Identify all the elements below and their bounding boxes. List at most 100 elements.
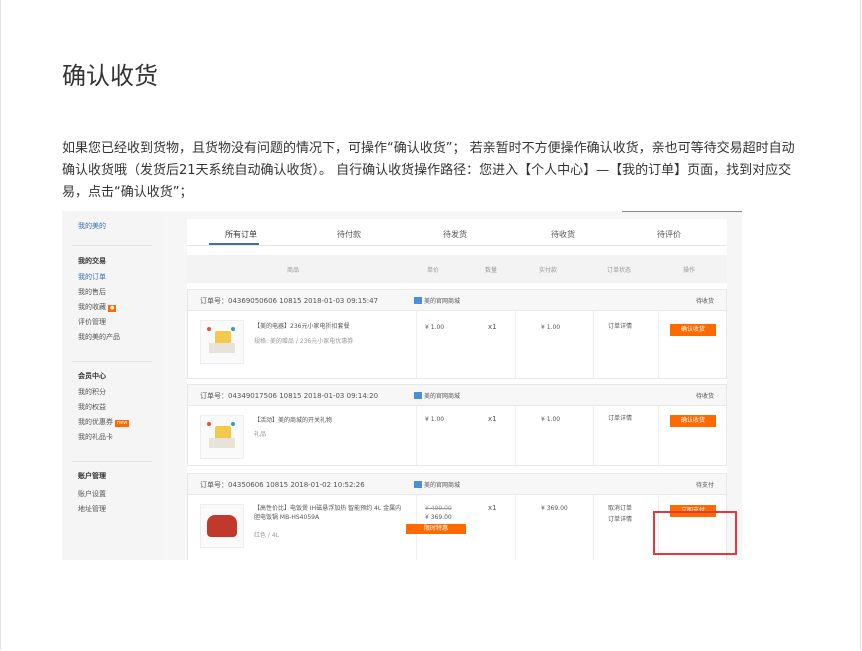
screenshot-edge	[622, 211, 742, 212]
thumb-shape	[209, 438, 235, 448]
confirm-receipt-button[interactable]: 确认收货	[670, 324, 716, 336]
store-label: 美的官网商城	[424, 298, 461, 305]
order-card: 订单号：04369050606 10815 2018-01-03 09:15:4…	[187, 289, 727, 379]
quantity: x1	[488, 504, 497, 512]
product-thumbnail[interactable]	[200, 504, 244, 548]
order-header: 订单号：04350606 10815 2018-01-02 10:52:26 美…	[188, 474, 726, 495]
product-spec: 规格: 美的赠品 / 236元小家电优惠券	[254, 338, 354, 345]
sidebar-item-after-sales[interactable]: 我的售后	[78, 287, 106, 297]
product-spec: 礼品	[254, 431, 267, 438]
highlight-box	[653, 511, 737, 555]
column-divider	[416, 405, 417, 465]
tab-all-orders[interactable]: 所有订单	[225, 229, 257, 240]
store-icon	[414, 481, 422, 488]
favorites-badge: ●	[108, 305, 117, 312]
paid-amount: ¥ 1.00	[541, 324, 561, 331]
sidebar-item-account-settings[interactable]: 账户设置	[78, 489, 106, 499]
store-name[interactable]: 美的官网商城	[414, 480, 460, 489]
store-label: 美的官网商城	[424, 482, 461, 489]
sidebar-divider	[72, 245, 152, 246]
order-card: 订单号：04349017506 10815 2018-01-03 09:14:2…	[187, 384, 727, 466]
column-divider	[416, 310, 417, 378]
order-card: 订单号：04350606 10815 2018-01-02 10:52:26 美…	[187, 473, 727, 560]
quantity: x1	[488, 323, 497, 331]
cancel-order-link[interactable]: 取消订单	[608, 504, 632, 514]
tab-pending-receipt[interactable]: 待收货	[551, 229, 575, 240]
sidebar-section-trade: 我的交易	[78, 257, 106, 265]
tab-pending-review[interactable]: 待评价	[657, 229, 681, 240]
paid-amount: ¥ 369.00	[541, 505, 568, 512]
order-status-top: 待支付	[695, 482, 714, 489]
product-name[interactable]: 【美的电器】236元小家电折扣套餐	[254, 322, 414, 331]
sidebar-section-member: 会员中心	[78, 372, 106, 380]
sidebar-item-orders[interactable]: 我的订单	[78, 272, 106, 282]
order-tabs: 所有订单 待付款 待发货 待收货 待评价	[187, 219, 727, 246]
thumb-shape	[231, 422, 235, 426]
sidebar-item-gift-cards[interactable]: 我的礼品卡	[78, 432, 113, 442]
order-number: 订单号：04350606 10815 2018-01-02 10:52:26	[200, 481, 365, 489]
store-icon	[414, 297, 422, 304]
original-price: ¥ 499.00	[425, 505, 452, 512]
sidebar: 我的美的 我的交易 我的订单 我的售后 我的收藏 ● 评价管理 我的美的产品 会员…	[62, 211, 162, 560]
store-icon	[414, 392, 422, 399]
order-details-link[interactable]: 订单详情	[608, 515, 632, 525]
store-label: 美的官网商城	[424, 393, 461, 400]
current-price: ¥ 369.00	[425, 514, 452, 521]
orders-panel: 所有订单 待付款 待发货 待收货 待评价 商品 单价 数量 实付款 订单状态 操…	[187, 219, 727, 560]
order-header: 订单号：04369050606 10815 2018-01-03 09:15:4…	[188, 290, 726, 311]
sidebar-item-label: 我的收藏	[78, 303, 106, 311]
column-divider	[658, 405, 659, 465]
paid-amount: ¥ 1.00	[541, 416, 561, 423]
promo-tag: 限时特惠	[406, 524, 466, 534]
tab-pending-shipment[interactable]: 待发货	[443, 229, 467, 240]
col-action: 操作	[683, 267, 696, 274]
column-divider	[593, 310, 594, 378]
col-paid: 实付款	[539, 267, 558, 274]
order-number: 订单号：04349017506 10815 2018-01-03 09:14:2…	[200, 392, 379, 400]
unit-price: ¥ 1.00	[425, 416, 445, 423]
sidebar-item-rights[interactable]: 我的权益	[78, 402, 106, 412]
store-name[interactable]: 美的官网商城	[414, 391, 460, 400]
store-name[interactable]: 美的官网商城	[414, 296, 460, 305]
tab-pending-payment[interactable]: 待付款	[337, 229, 361, 240]
thumb-shape	[209, 343, 235, 353]
sidebar-item-label: 我的优惠券	[78, 418, 113, 426]
sidebar-home-link[interactable]: 我的美的	[78, 221, 106, 231]
col-status: 订单状态	[607, 267, 632, 274]
order-status-top: 待收货	[695, 298, 714, 305]
sidebar-item-points[interactable]: 我的积分	[78, 387, 106, 397]
sidebar-divider	[72, 361, 152, 362]
sidebar-item-favorites[interactable]: 我的收藏 ●	[78, 302, 117, 312]
order-page-screenshot: 我的美的 我的交易 我的订单 我的售后 我的收藏 ● 评价管理 我的美的产品 会员…	[62, 211, 742, 560]
column-divider	[515, 405, 516, 465]
product-name[interactable]: 【高性价比】电饭煲 IH磁悬浮加热 智能预约 4L 金属内胆电饭锅 MB-HS4…	[254, 504, 404, 522]
thumb-shape	[207, 327, 211, 331]
product-name[interactable]: 【活动】美的商城的开关礼物	[254, 416, 414, 425]
quantity: x1	[488, 415, 497, 423]
active-tab-underline	[209, 243, 259, 245]
sidebar-item-addresses[interactable]: 地址管理	[78, 504, 106, 514]
thumb-shape	[231, 327, 235, 331]
column-divider	[515, 310, 516, 378]
unit-price: ¥ 1.00	[425, 324, 445, 331]
col-product: 商品	[287, 267, 300, 274]
confirm-receipt-button[interactable]: 确认收货	[670, 415, 716, 427]
sidebar-section-account: 账户管理	[78, 472, 106, 480]
column-divider	[593, 494, 594, 560]
thumb-shape	[207, 515, 237, 537]
page-title: 确认收货	[62, 62, 158, 90]
column-divider	[515, 494, 516, 560]
order-number: 订单号：04369050606 10815 2018-01-03 09:15:4…	[200, 297, 379, 305]
column-header: 商品 单价 数量 实付款 订单状态 操作	[187, 255, 727, 283]
column-divider	[593, 405, 594, 465]
col-qty: 数量	[485, 267, 498, 274]
sidebar-item-reviews[interactable]: 评价管理	[78, 317, 106, 327]
new-badge: new	[115, 420, 130, 427]
product-thumbnail[interactable]	[200, 415, 244, 459]
order-details-link[interactable]: 订单详情	[608, 414, 632, 424]
product-thumbnail[interactable]	[200, 320, 244, 364]
sidebar-item-coupons[interactable]: 我的优惠券 new	[78, 417, 130, 427]
sidebar-item-products[interactable]: 我的美的产品	[78, 332, 120, 342]
order-details-link[interactable]: 订单详情	[608, 322, 632, 332]
product-spec: 红色 / 4L	[254, 532, 279, 539]
